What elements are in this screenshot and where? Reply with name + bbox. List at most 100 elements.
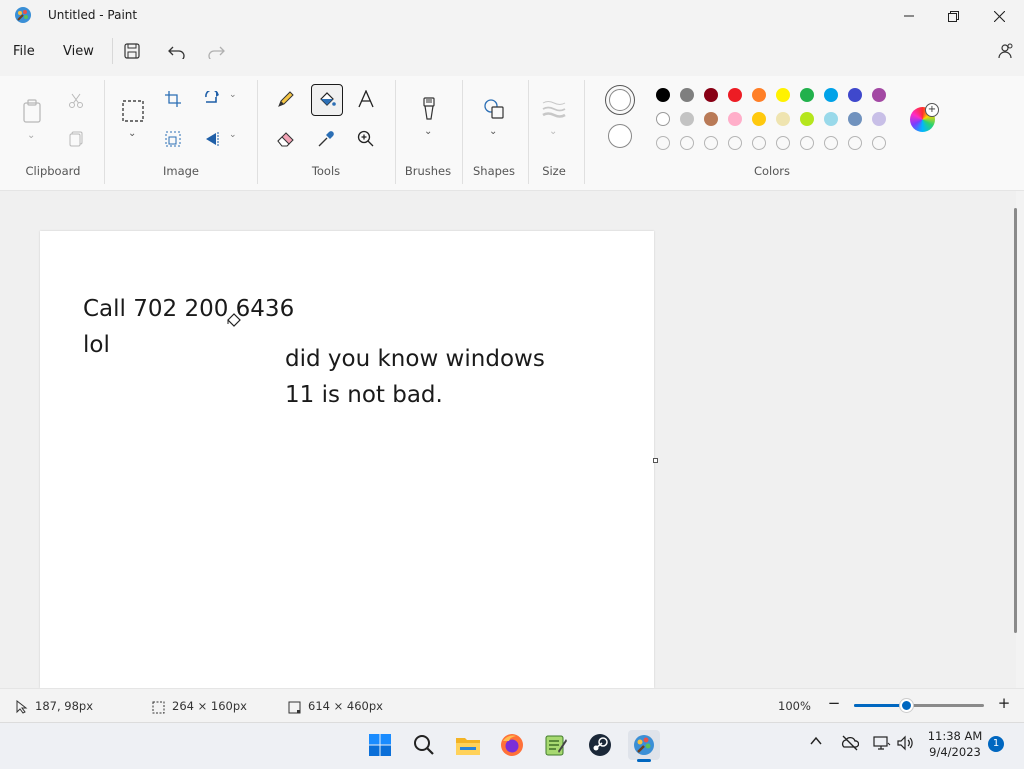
empty-color-swatch[interactable] (776, 136, 790, 150)
notepad-button[interactable] (540, 730, 572, 760)
zoom-slider-thumb[interactable] (900, 699, 913, 712)
menu-file[interactable]: File (13, 44, 35, 59)
color-swatch[interactable] (752, 112, 766, 126)
zoom-out-button[interactable]: − (826, 694, 842, 714)
select-chevron-down-icon[interactable]: ⌄ (128, 128, 136, 139)
empty-color-swatch[interactable] (824, 136, 838, 150)
close-icon (993, 10, 1005, 22)
color-swatch[interactable] (680, 112, 694, 126)
color-swatch[interactable] (800, 88, 814, 102)
color-swatch[interactable] (656, 88, 670, 102)
paste-chevron-down-icon[interactable]: ⌄ (27, 130, 35, 141)
pencil-icon (278, 91, 294, 107)
canvas-resize-handle[interactable] (653, 458, 658, 463)
flip-button[interactable] (198, 124, 228, 154)
rotate-icon (205, 91, 219, 103)
magnifier-button[interactable] (351, 124, 381, 154)
color-swatch[interactable] (848, 88, 862, 102)
minimize-button[interactable] (886, 0, 932, 32)
edit-colors-button[interactable]: + (910, 103, 939, 132)
empty-color-swatch[interactable] (728, 136, 742, 150)
size-chevron-down-icon[interactable]: ⌄ (549, 126, 557, 137)
text-button[interactable] (351, 84, 381, 114)
color-swatch[interactable] (752, 88, 766, 102)
color-swatch[interactable] (776, 112, 790, 126)
color-swatch[interactable] (824, 88, 838, 102)
file-explorer-button[interactable] (452, 730, 484, 760)
color-swatch[interactable] (824, 112, 838, 126)
color-swatch[interactable] (800, 112, 814, 126)
search-icon (414, 735, 434, 755)
zoom-slider-track[interactable] (854, 699, 984, 712)
empty-color-swatch[interactable] (800, 136, 814, 150)
primary-color-selector[interactable] (605, 85, 635, 115)
empty-color-swatch[interactable] (680, 136, 694, 150)
eraser-button[interactable] (271, 124, 301, 154)
color-swatch[interactable] (776, 88, 790, 102)
color-picker-button[interactable] (311, 124, 341, 154)
secondary-color-selector[interactable] (608, 124, 632, 148)
firefox-button[interactable] (496, 730, 528, 760)
empty-color-swatch[interactable] (848, 136, 862, 150)
copy-button[interactable] (61, 124, 91, 154)
crop-button[interactable] (158, 84, 188, 114)
brushes-button[interactable] (414, 94, 444, 124)
save-button[interactable] (117, 36, 147, 66)
paste-icon (23, 99, 41, 123)
close-button[interactable] (976, 0, 1022, 32)
undo-button[interactable] (162, 36, 192, 66)
flip-chevron-down-icon[interactable]: ⌄ (229, 130, 237, 140)
brushes-chevron-down-icon[interactable]: ⌄ (424, 126, 432, 137)
chevron-up-icon[interactable] (810, 735, 822, 750)
color-swatch[interactable] (848, 112, 862, 126)
color-swatch[interactable] (704, 88, 718, 102)
selection-size-icon (152, 699, 165, 718)
notepad-icon (545, 735, 567, 756)
shapes-chevron-down-icon[interactable]: ⌄ (489, 126, 497, 137)
color-swatch[interactable] (680, 88, 694, 102)
zoom-in-button[interactable]: + (996, 694, 1012, 714)
empty-color-swatch[interactable] (752, 136, 766, 150)
rotate-button[interactable] (198, 84, 228, 114)
image-group-label: Image (162, 164, 200, 178)
vertical-scrollbar[interactable] (1014, 208, 1017, 633)
volume-icon[interactable] (897, 735, 915, 755)
size-button[interactable] (539, 94, 569, 124)
restore-button[interactable] (930, 0, 976, 32)
canvas-size: 614 × 460px (308, 699, 383, 713)
color-swatch[interactable] (872, 88, 886, 102)
steam-button[interactable] (584, 730, 616, 760)
empty-color-swatch[interactable] (704, 136, 718, 150)
redo-button[interactable] (201, 36, 231, 66)
zoom-level[interactable]: 100% (778, 699, 811, 713)
paste-button[interactable] (17, 94, 47, 128)
start-button[interactable] (364, 730, 396, 760)
cut-button[interactable] (61, 86, 91, 116)
minimize-icon (904, 15, 914, 17)
menu-view[interactable]: View (63, 44, 94, 59)
clock-date[interactable]: 9/4/2023 (922, 745, 988, 759)
color-swatch[interactable] (704, 112, 718, 126)
notification-badge[interactable]: 1 (988, 736, 1004, 752)
network-icon[interactable] (873, 735, 891, 755)
fill-cursor-icon (226, 312, 242, 332)
eraser-icon (277, 132, 294, 147)
pencil-button[interactable] (271, 84, 301, 114)
clock-time[interactable]: 11:38 AM (922, 729, 988, 743)
color-swatch[interactable] (728, 88, 742, 102)
resize-button[interactable] (158, 124, 188, 154)
empty-color-swatch[interactable] (872, 136, 886, 150)
fill-button[interactable] (311, 84, 343, 116)
rotate-chevron-down-icon[interactable]: ⌄ (229, 90, 237, 100)
empty-color-swatch[interactable] (656, 136, 670, 150)
select-button[interactable] (118, 94, 148, 128)
onedrive-offline-icon[interactable] (841, 735, 860, 755)
color-swatch[interactable] (728, 112, 742, 126)
search-button[interactable] (408, 730, 440, 760)
settings-button[interactable] (990, 36, 1020, 66)
shapes-button[interactable] (479, 94, 509, 124)
paint-taskbar-button[interactable] (628, 730, 660, 760)
color-swatch[interactable] (872, 112, 886, 126)
color-swatch[interactable] (656, 112, 670, 126)
clipboard-group-label: Clipboard (25, 164, 81, 178)
